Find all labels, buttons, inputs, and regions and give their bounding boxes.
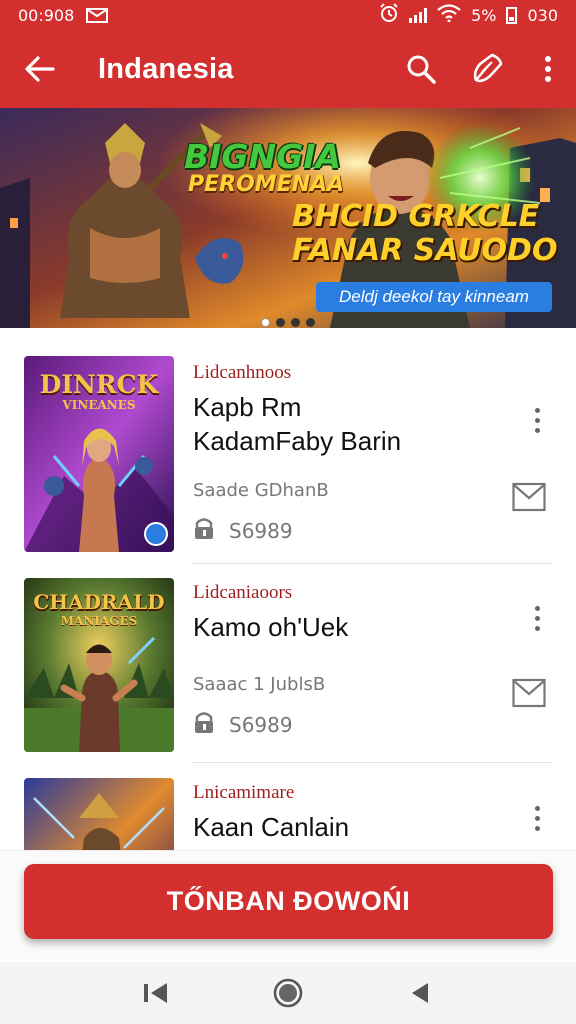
thumbnail-title: DINRCK [39, 370, 159, 399]
mail-icon [86, 7, 109, 23]
status-right-text: 030 [527, 5, 558, 25]
page-dot[interactable] [306, 318, 315, 327]
status-icons: 5% 030 [379, 3, 558, 27]
item-meta: Saade GDhanB [193, 480, 329, 501]
app-bar-actions [388, 30, 576, 108]
status-bar: 00:908 5% 030 [0, 0, 576, 30]
app-bar: Indanesia [0, 30, 576, 108]
list-item[interactable]: DINRCK VINEANES Lidcanhnoos Kapb Rm Kada… [0, 340, 576, 552]
search-icon[interactable] [388, 30, 454, 108]
item-thumbnail [24, 778, 174, 850]
battery-icon [506, 6, 518, 24]
banner-cta-button[interactable]: Deldj deekol tay kinneam [316, 282, 552, 312]
page-dot-active[interactable] [261, 318, 270, 327]
item-name-line1: Kamo oh'Uek [193, 612, 349, 642]
thumbnail-title: CHADRALD [33, 590, 165, 614]
screen: 00:908 5% 030 Indanesia BIGNGIA PEROMENA… [0, 0, 576, 1024]
battery-percent: 5% [471, 5, 497, 25]
item-name-line2: KadamFaby Barin [193, 426, 402, 456]
item-thumbnail: DINRCK VINEANES [24, 356, 174, 552]
page-title: Indanesia [98, 52, 234, 85]
download-button[interactable]: TŐNBAN ĐOWOŃI [24, 864, 553, 939]
banner-title-line1: BIGNGIA [184, 137, 342, 176]
item-more-menu-icon[interactable] [522, 598, 552, 638]
alarm-icon [379, 3, 399, 27]
banner-headline-line1: BHCID GRKCLE [292, 199, 540, 234]
item-price-row: S6989 [193, 516, 293, 545]
page-dot[interactable] [291, 318, 300, 327]
back-icon[interactable] [400, 973, 440, 1013]
overflow-menu-icon[interactable] [520, 30, 576, 108]
envelope-icon[interactable] [512, 678, 546, 708]
app-list: DINRCK VINEANES Lidcanhnoos Kapb Rm Kada… [0, 340, 576, 850]
page-dot[interactable] [276, 318, 285, 327]
envelope-icon[interactable] [512, 482, 546, 512]
item-price: S6989 [229, 712, 293, 737]
list-item[interactable]: Lnicamimare Kaan Canlain [0, 762, 576, 850]
banner-page-indicator [0, 318, 576, 327]
item-price: S6989 [229, 518, 293, 543]
shield-badge-icon [144, 522, 168, 546]
signal-icon [409, 7, 428, 23]
lock-icon [193, 710, 215, 739]
home-icon[interactable] [268, 973, 308, 1013]
wifi-icon [437, 4, 461, 26]
item-meta: Saaac 1 JublsB [193, 674, 326, 695]
back-arrow-icon[interactable] [0, 30, 80, 108]
item-category: Lidcanhnoos [193, 362, 292, 383]
banner-headline-line2: FANAR SAUODO [292, 233, 558, 268]
promo-banner[interactable]: BIGNGIA PEROMENAA BHCID GRKCLE FANAR SAU… [0, 108, 576, 328]
item-category: Lnicamimare [193, 782, 295, 803]
list-item[interactable]: CHADRALD MANIAGES Lidcaniaoors Kamo oh'U… [0, 562, 576, 762]
item-price-row: S6989 [193, 710, 293, 739]
lock-icon [193, 516, 215, 545]
thumbnail-subtitle: MANIAGES [60, 614, 138, 628]
item-more-menu-icon[interactable] [522, 400, 552, 440]
thumbnail-subtitle: VINEANES [62, 398, 136, 412]
item-name-line1: Kapb Rm [193, 392, 302, 422]
item-thumbnail: CHADRALD MANIAGES [24, 578, 174, 752]
status-time: 00:908 [18, 5, 75, 25]
system-nav-bar [0, 962, 576, 1024]
recents-icon[interactable] [136, 973, 176, 1013]
item-name-line1: Kaan Canlain [193, 812, 350, 842]
edit-pen-icon[interactable] [454, 30, 520, 108]
item-more-menu-icon[interactable] [522, 798, 552, 838]
item-category: Lidcaniaoors [193, 582, 293, 603]
banner-title-line2: PEROMENAA [188, 172, 345, 197]
